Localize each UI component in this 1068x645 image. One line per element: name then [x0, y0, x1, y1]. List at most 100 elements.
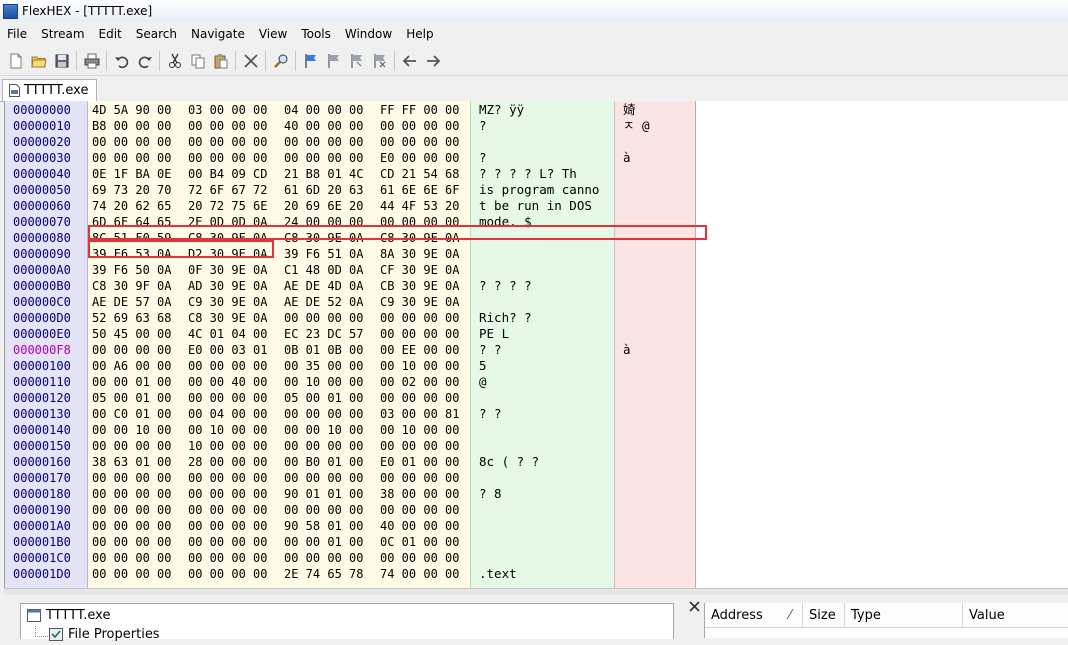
- row-ascii-text[interactable]: 5: [479, 358, 487, 374]
- hex-byte-group[interactable]: 00 00 00 00: [92, 150, 171, 166]
- row-ascii-text[interactable]: .text: [479, 566, 517, 582]
- hex-byte-group[interactable]: 00 00 00 00: [380, 502, 459, 518]
- row-ascii-text[interactable]: is program canno: [479, 182, 599, 198]
- hex-byte-group[interactable]: 04 00 00 00: [284, 102, 363, 118]
- hex-byte-group[interactable]: 38 63 01 00: [92, 454, 171, 470]
- hex-byte-group[interactable]: FF FF 00 00: [380, 102, 459, 118]
- hex-byte-group[interactable]: 00 00 00 00: [188, 470, 267, 486]
- delete-icon[interactable]: [239, 49, 262, 72]
- new-file-icon[interactable]: [4, 49, 27, 72]
- hex-byte-group[interactable]: 05 00 01 00: [284, 390, 363, 406]
- hex-byte-group[interactable]: 4C 01 04 00: [188, 326, 267, 342]
- hex-byte-group[interactable]: 0B 01 0B 00: [284, 342, 363, 358]
- row-ascii-text[interactable]: @: [479, 374, 487, 390]
- row-unicode-text[interactable]: ﾸ @: [623, 118, 650, 134]
- tree-root-item[interactable]: TTTTT.exe: [27, 608, 110, 623]
- hex-byte-group[interactable]: 00 00 10 00: [284, 422, 363, 438]
- hex-byte-group[interactable]: 00 00 00 00: [380, 550, 459, 566]
- hex-byte-group[interactable]: C8 30 9E 0A: [188, 310, 267, 326]
- hex-byte-group[interactable]: 00 00 00 00: [380, 470, 459, 486]
- row-ascii-text[interactable]: ? ?: [479, 342, 502, 358]
- unicode-column[interactable]: 婍ﾸ @ à à: [614, 101, 696, 588]
- hex-byte-group[interactable]: 44 4F 53 20: [380, 198, 459, 214]
- hex-byte-group[interactable]: 00 35 00 00: [284, 358, 363, 374]
- hex-byte-group[interactable]: 0C 01 00 00: [380, 534, 459, 550]
- hex-byte-group[interactable]: 00 00 00 00: [92, 134, 171, 150]
- hex-byte-group[interactable]: 39 F6 51 0A: [284, 246, 363, 262]
- hex-byte-group[interactable]: 00 00 00 00: [188, 134, 267, 150]
- hex-byte-group[interactable]: 00 00 00 00: [92, 550, 171, 566]
- column-header-type[interactable]: Type: [845, 603, 963, 628]
- menu-view[interactable]: View: [252, 24, 294, 44]
- hex-byte-group[interactable]: 74 20 62 65: [92, 198, 171, 214]
- copy-icon[interactable]: [186, 49, 209, 72]
- menu-search[interactable]: Search: [129, 24, 184, 44]
- hex-byte-group[interactable]: 00 00 00 00: [284, 134, 363, 150]
- hex-byte-group[interactable]: 10 00 00 00: [188, 438, 267, 454]
- hex-byte-group[interactable]: 00 00 00 00: [284, 470, 363, 486]
- row-ascii-text[interactable]: ?: [479, 150, 487, 166]
- hex-byte-group[interactable]: 03 00 00 00: [188, 102, 267, 118]
- find-icon[interactable]: [269, 49, 292, 72]
- hex-byte-group[interactable]: 00 10 00 00: [188, 422, 267, 438]
- hex-byte-group[interactable]: 00 00 00 00: [188, 390, 267, 406]
- hex-byte-group[interactable]: 00 00 00 00: [188, 534, 267, 550]
- hex-byte-group[interactable]: 00 00 00 00: [380, 438, 459, 454]
- hex-byte-group[interactable]: 40 00 00 00: [380, 518, 459, 534]
- hex-column[interactable]: 4D 5A 90 00 03 00 00 00 04 00 00 00 FF FF 0…: [88, 101, 470, 588]
- paste-icon[interactable]: [209, 49, 232, 72]
- column-header-size[interactable]: Size: [803, 603, 845, 628]
- row-ascii-text[interactable]: t be run in DOS: [479, 198, 592, 214]
- menu-tools[interactable]: Tools: [294, 24, 338, 44]
- menu-stream[interactable]: Stream: [34, 24, 91, 44]
- save-icon[interactable]: [50, 49, 73, 72]
- hex-byte-group[interactable]: E0 00 03 01: [188, 342, 267, 358]
- hex-byte-group[interactable]: 00 00 00 00: [92, 470, 171, 486]
- close-icon[interactable]: [686, 598, 702, 614]
- hex-byte-group[interactable]: 00 00 00 00: [92, 518, 171, 534]
- hex-byte-group[interactable]: 00 00 00 00: [92, 566, 171, 582]
- hex-byte-group[interactable]: 05 00 01 00: [92, 390, 171, 406]
- hex-byte-group[interactable]: 69 73 20 70: [92, 182, 171, 198]
- hex-byte-group[interactable]: 00 00 00 00: [92, 342, 171, 358]
- hex-byte-group[interactable]: 2E 74 65 78: [284, 566, 363, 582]
- hex-byte-group[interactable]: 00 A6 00 00: [92, 358, 171, 374]
- hex-byte-group[interactable]: 00 00 00 00: [188, 566, 267, 582]
- hex-byte-group[interactable]: 00 00 40 00: [188, 374, 267, 390]
- hex-byte-group[interactable]: C9 30 9E 0A: [380, 294, 459, 310]
- hex-byte-group[interactable]: 00 00 00 00: [188, 150, 267, 166]
- hex-byte-group[interactable]: 00 00 00 00: [92, 438, 171, 454]
- hex-byte-group[interactable]: 61 6E 6E 6F: [380, 182, 459, 198]
- hex-byte-group[interactable]: 61 6D 20 63: [284, 182, 363, 198]
- row-ascii-text[interactable]: ? 8: [479, 486, 502, 502]
- hex-byte-group[interactable]: 20 72 75 6E: [188, 198, 267, 214]
- row-unicode-text[interactable]: 婍: [623, 102, 636, 118]
- hex-byte-group[interactable]: CB 30 9E 0A: [380, 278, 459, 294]
- redo-icon[interactable]: [133, 49, 156, 72]
- hex-editor[interactable]: 00000000 00000010 00000020 00000030 00000040…: [4, 101, 1068, 588]
- hex-byte-group[interactable]: 00 00 00 00: [188, 502, 267, 518]
- hex-byte-group[interactable]: 00 02 00 00: [380, 374, 459, 390]
- bookmark-flag-gray-2-icon[interactable]: [345, 49, 368, 72]
- hex-byte-group[interactable]: C1 48 0D 0A: [284, 262, 363, 278]
- hex-byte-group[interactable]: 00 00 00 00: [188, 486, 267, 502]
- row-ascii-text[interactable]: ? ?: [479, 406, 502, 422]
- hex-byte-group[interactable]: 74 00 00 00: [380, 566, 459, 582]
- hex-byte-group[interactable]: 00 00 00 00: [188, 118, 267, 134]
- nav-forward-icon[interactable]: [421, 49, 444, 72]
- row-unicode-text[interactable]: à: [623, 342, 631, 358]
- hex-byte-group[interactable]: 28 00 00 00: [188, 454, 267, 470]
- ascii-column[interactable]: MZ? ÿÿ? ? ? ? ? ? L? Th is program canno t…: [470, 101, 614, 588]
- hex-byte-group[interactable]: 00 EE 00 00: [380, 342, 459, 358]
- row-ascii-text[interactable]: ? ? ? ? L? Th: [479, 166, 577, 182]
- hex-byte-group[interactable]: 8A 30 9E 0A: [380, 246, 459, 262]
- horizontal-scrollbar[interactable]: [4, 588, 1068, 595]
- hex-byte-group[interactable]: 00 00 00 00: [92, 502, 171, 518]
- hex-byte-group[interactable]: 03 00 00 81: [380, 406, 459, 422]
- hex-byte-group[interactable]: 00 00 00 00: [284, 550, 363, 566]
- bookmark-flag-gray-icon[interactable]: [322, 49, 345, 72]
- hex-byte-group[interactable]: 00 00 00 00: [380, 118, 459, 134]
- hex-byte-group[interactable]: 00 B4 09 CD: [188, 166, 267, 182]
- hex-byte-group[interactable]: 00 00 00 00: [188, 518, 267, 534]
- hex-byte-group[interactable]: CD 21 54 68: [380, 166, 459, 182]
